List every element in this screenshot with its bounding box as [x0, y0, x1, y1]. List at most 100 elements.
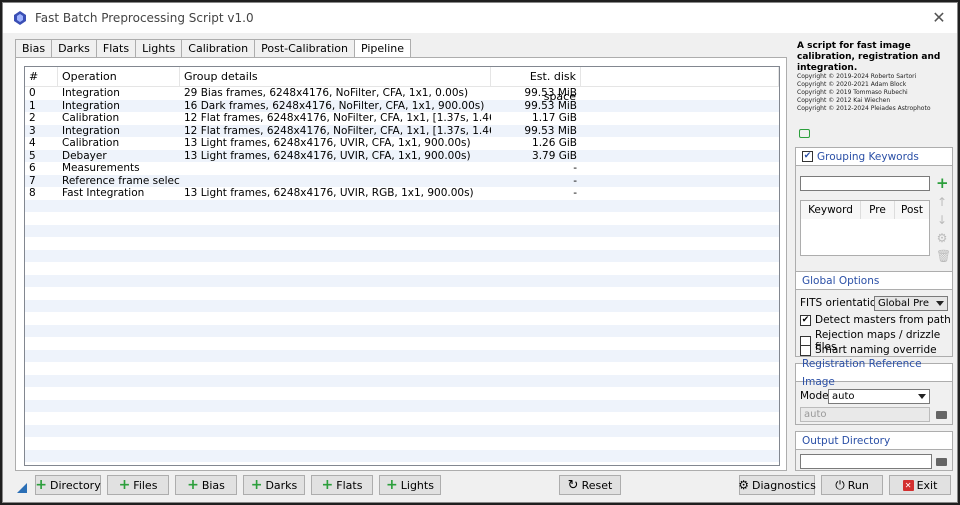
- tab-darks[interactable]: Darks: [51, 39, 96, 58]
- empty-table-row[interactable]: [25, 312, 779, 325]
- plus-icon: +: [250, 477, 263, 493]
- empty-table-row[interactable]: [25, 324, 779, 338]
- add-bias-button[interactable]: + Bias: [175, 475, 237, 495]
- column-header-operation[interactable]: Operation: [58, 67, 180, 87]
- fits-orientation-select[interactable]: Global Pre: [874, 296, 948, 311]
- grouping-keywords-checkbox[interactable]: ✔: [802, 151, 813, 162]
- table-row[interactable]: 1 Integration 16 Dark frames, 6248x4176, N…: [25, 99, 779, 112]
- table-row[interactable]: 8 Fast Integration 13 Light frames, 6248x4…: [25, 187, 779, 200]
- filler-cell: [581, 325, 779, 338]
- table-row[interactable]: 2 Calibration 12 Flat frames, 6248x4176, N…: [25, 112, 779, 125]
- gear-icon[interactable]: ⚙: [936, 232, 948, 244]
- operation-cell: Measurements: [62, 162, 140, 174]
- comment-icon[interactable]: [799, 129, 810, 138]
- detect-masters-checkbox[interactable]: ✔: [800, 314, 811, 326]
- group-details-cell: [180, 400, 491, 413]
- empty-table-row[interactable]: [25, 349, 779, 362]
- disk-space-cell: [491, 450, 581, 463]
- plus-icon: +: [118, 477, 131, 493]
- empty-table-row[interactable]: [25, 199, 779, 213]
- row-number-cell: [25, 225, 58, 238]
- empty-table-row[interactable]: [25, 449, 779, 463]
- option-detect-masters[interactable]: ✔ Detect masters from path: [800, 314, 951, 326]
- add-lights-button[interactable]: + Lights: [379, 475, 441, 495]
- table-row[interactable]: 5 Debayer 13 Light frames, 6248x4176, UVIR…: [25, 149, 779, 162]
- output-directory-input[interactable]: [800, 454, 932, 469]
- row-number-cell: [25, 312, 58, 325]
- column-header-num[interactable]: #: [25, 67, 58, 87]
- tab-bias[interactable]: Bias: [15, 39, 52, 58]
- add-flats-button[interactable]: + Flats: [311, 475, 373, 495]
- column-header-details[interactable]: Group details: [180, 67, 491, 87]
- empty-table-row[interactable]: [25, 412, 779, 425]
- empty-table-row[interactable]: [25, 424, 779, 437]
- empty-table-row[interactable]: [25, 337, 779, 350]
- keywords-column-pre[interactable]: Pre: [861, 201, 895, 219]
- folder-icon[interactable]: [936, 458, 947, 466]
- diagnostics-label: Diagnostics: [751, 478, 816, 492]
- column-header-disk-space[interactable]: Est. disk space: [491, 67, 581, 103]
- disk-space-cell: [491, 200, 581, 213]
- table-row[interactable]: 6 Measurements -: [25, 162, 779, 175]
- reset-button[interactable]: ↻ Reset: [559, 475, 621, 495]
- arrow-down-icon[interactable]: ↓: [936, 214, 948, 226]
- empty-table-row[interactable]: [25, 362, 779, 375]
- exit-button[interactable]: ✕ Exit: [889, 475, 951, 495]
- table-row[interactable]: 4 Calibration 13 Light frames, 6248x4176, …: [25, 137, 779, 150]
- pipeline-panel: # Operation Group details Est. disk spac…: [15, 57, 787, 471]
- tab-bar: Bias Darks Flats Lights Calibration Post…: [15, 39, 412, 59]
- tab-lights[interactable]: Lights: [135, 39, 182, 58]
- empty-table-row[interactable]: [25, 299, 779, 312]
- table-row[interactable]: 7 Reference frame selection -: [25, 174, 779, 187]
- row-number-cell: [25, 287, 58, 300]
- add-files-button[interactable]: + Files: [107, 475, 169, 495]
- run-label: Run: [847, 478, 869, 492]
- keywords-table[interactable]: Keyword Pre Post: [800, 200, 930, 256]
- output-directory-header: Output Directory: [796, 432, 952, 450]
- reset-label: Reset: [581, 478, 613, 492]
- empty-table-row[interactable]: [25, 249, 779, 263]
- empty-table-row[interactable]: [25, 399, 779, 413]
- copyright-line: Copyright © 2012-2024 Pleiades Astrophot…: [797, 105, 931, 112]
- empty-table-row[interactable]: [25, 387, 779, 400]
- empty-table-row[interactable]: [25, 374, 779, 387]
- tab-post-calibration[interactable]: Post-Calibration: [254, 39, 354, 58]
- run-button[interactable]: ⏻ Run: [821, 475, 883, 495]
- trash-icon[interactable]: 🗑: [936, 250, 951, 262]
- close-icon[interactable]: ✕: [929, 8, 949, 28]
- pipeline-table[interactable]: # Operation Group details Est. disk spac…: [24, 66, 780, 466]
- tab-pipeline[interactable]: Pipeline: [353, 39, 412, 59]
- empty-table-row[interactable]: [25, 224, 779, 238]
- add-keyword-icon[interactable]: +: [936, 176, 949, 191]
- keyword-input[interactable]: [800, 176, 930, 191]
- operation-cell: Fast Integration: [62, 187, 145, 199]
- empty-table-row[interactable]: [25, 287, 779, 300]
- folder-icon[interactable]: [936, 411, 947, 419]
- tab-flats[interactable]: Flats: [95, 39, 136, 58]
- group-details-cell: [180, 412, 491, 425]
- tab-calibration[interactable]: Calibration: [181, 39, 255, 58]
- table-row[interactable]: 3 Integration 12 Flat frames, 6248x4176, N…: [25, 124, 779, 137]
- registration-reference-header: Registration Reference Image: [796, 358, 952, 388]
- empty-table-row[interactable]: [25, 237, 779, 250]
- empty-table-row[interactable]: [25, 274, 779, 287]
- grouping-keywords-header[interactable]: ✔ Grouping Keywords: [796, 148, 952, 166]
- empty-table-row[interactable]: [25, 437, 779, 450]
- filler-cell: [581, 250, 779, 263]
- add-directory-button[interactable]: + Directory: [35, 475, 101, 495]
- disk-space-cell: [491, 250, 581, 263]
- row-number-cell: [25, 450, 58, 463]
- table-row[interactable]: 0 Integration 29 Bias frames, 6248x4176, N…: [25, 87, 779, 100]
- bottom-toolbar: + Directory + Files + Bias + Darks + Fla…: [3, 475, 957, 501]
- operation-cell: Integration: [62, 124, 120, 137]
- arrow-up-icon[interactable]: ↑: [936, 196, 948, 208]
- empty-table-row[interactable]: [25, 262, 779, 275]
- keywords-column-keyword[interactable]: Keyword: [801, 201, 861, 219]
- mode-select[interactable]: auto: [828, 389, 930, 404]
- diagnostics-button[interactable]: ⚙ Diagnostics: [738, 475, 816, 495]
- gear-icon: ⚙: [738, 478, 749, 492]
- add-darks-button[interactable]: + Darks: [243, 475, 305, 495]
- keywords-column-post[interactable]: Post: [895, 201, 929, 219]
- filler-cell: [581, 187, 779, 200]
- empty-table-row[interactable]: [25, 212, 779, 225]
